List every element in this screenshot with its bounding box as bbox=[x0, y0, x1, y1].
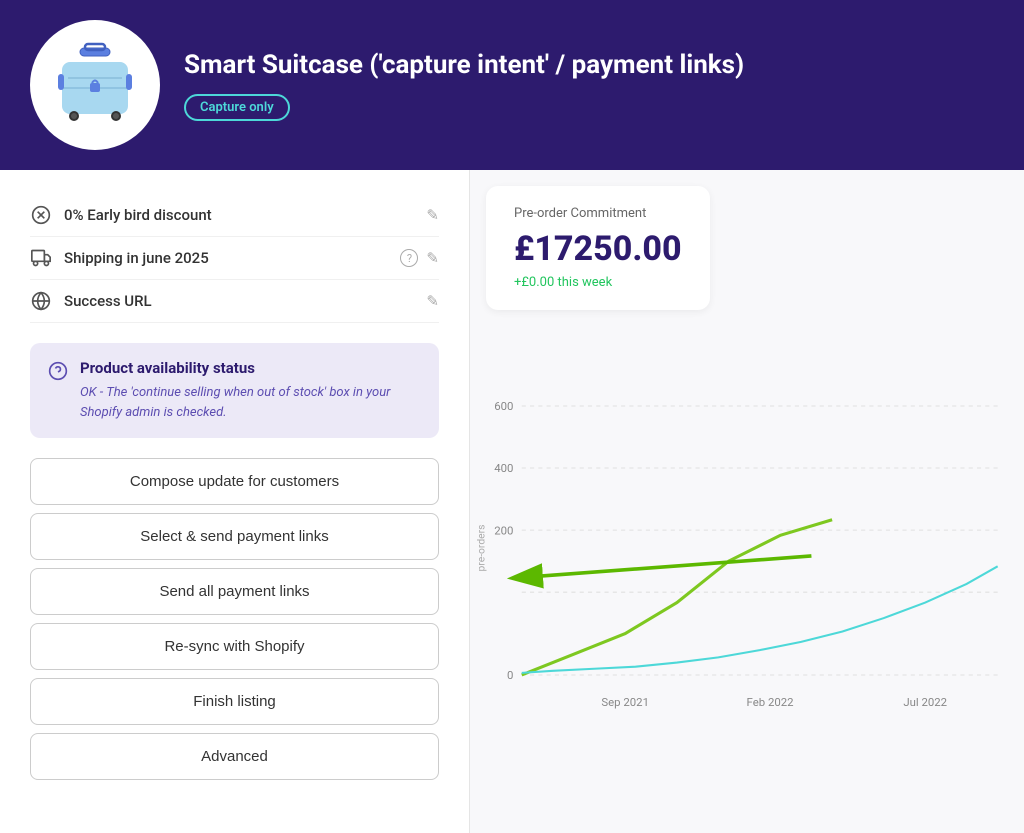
main-content: 0% Early bird discount ✎ Shipping in jun… bbox=[0, 170, 1024, 833]
url-label: Success URL bbox=[64, 292, 426, 310]
select-send-payment-button[interactable]: Select & send payment links bbox=[30, 513, 439, 560]
x-label-sep2021: Sep 2021 bbox=[601, 695, 649, 709]
stats-card: Pre-order Commitment £17250.00 +£0.00 th… bbox=[486, 186, 710, 310]
advanced-button[interactable]: Advanced bbox=[30, 733, 439, 780]
product-title: Smart Suitcase ('capture intent' / payme… bbox=[184, 49, 994, 83]
y-label-400: 400 bbox=[494, 461, 513, 475]
url-edit-icon[interactable]: ✎ bbox=[426, 292, 439, 310]
detail-row-discount: 0% Early bird discount ✎ bbox=[30, 194, 439, 237]
shipping-help-icon[interactable]: ? bbox=[400, 249, 418, 267]
suitcase-image bbox=[50, 40, 140, 130]
chart-svg: 600 400 200 0 pre-orders Sep 2021 Feb 20… bbox=[470, 320, 1008, 823]
left-panel: 0% Early bird discount ✎ Shipping in jun… bbox=[0, 170, 470, 833]
y-label-600: 600 bbox=[494, 399, 513, 413]
stats-value: £17250.00 bbox=[514, 229, 682, 269]
shipping-edit-icon[interactable]: ✎ bbox=[426, 249, 439, 267]
stats-label: Pre-order Commitment bbox=[514, 206, 682, 221]
stats-delta: +£0.00 this week bbox=[514, 275, 682, 290]
x-label-jul2022: Jul 2022 bbox=[903, 695, 947, 709]
shipping-icon bbox=[30, 247, 52, 269]
discount-actions: ✎ bbox=[426, 206, 439, 224]
detail-row-shipping: Shipping in june 2025 ? ✎ bbox=[30, 237, 439, 280]
discount-icon bbox=[30, 204, 52, 226]
status-box: Product availability status OK - The 'co… bbox=[30, 343, 439, 438]
product-avatar bbox=[30, 20, 160, 150]
header-info: Smart Suitcase ('capture intent' / payme… bbox=[184, 49, 994, 122]
chart-container: 600 400 200 0 pre-orders Sep 2021 Feb 20… bbox=[470, 320, 1008, 823]
discount-label: 0% Early bird discount bbox=[64, 206, 426, 224]
resync-shopify-button[interactable]: Re-sync with Shopify bbox=[30, 623, 439, 670]
capture-badge: Capture only bbox=[184, 94, 290, 121]
top-stats: Pre-order Commitment £17250.00 +£0.00 th… bbox=[470, 170, 1024, 310]
discount-edit-icon[interactable]: ✎ bbox=[426, 206, 439, 224]
action-buttons: Compose update for customers Select & se… bbox=[30, 458, 439, 780]
status-title: Product availability status bbox=[80, 359, 421, 377]
chart-area: 600 400 200 0 pre-orders Sep 2021 Feb 20… bbox=[470, 310, 1024, 833]
send-all-payment-button[interactable]: Send all payment links bbox=[30, 568, 439, 615]
status-content: Product availability status OK - The 'co… bbox=[80, 359, 421, 422]
y-label-0: 0 bbox=[507, 668, 513, 682]
status-help-icon bbox=[48, 361, 68, 422]
right-panel: Pre-order Commitment £17250.00 +£0.00 th… bbox=[470, 170, 1024, 833]
chart-line-green bbox=[522, 520, 832, 675]
chart-line-teal bbox=[522, 566, 998, 673]
arrow-annotation bbox=[532, 556, 811, 577]
y-axis-title: pre-orders bbox=[474, 525, 487, 572]
status-text: OK - The 'continue selling when out of s… bbox=[80, 383, 421, 422]
shipping-actions: ? ✎ bbox=[400, 249, 439, 267]
page-header: Smart Suitcase ('capture intent' / payme… bbox=[0, 0, 1024, 170]
y-label-200: 200 bbox=[494, 523, 513, 537]
finish-listing-button[interactable]: Finish listing bbox=[30, 678, 439, 725]
detail-row-url: Success URL ✎ bbox=[30, 280, 439, 323]
url-actions: ✎ bbox=[426, 292, 439, 310]
x-label-feb2022: Feb 2022 bbox=[747, 695, 794, 709]
url-icon bbox=[30, 290, 52, 312]
compose-update-button[interactable]: Compose update for customers bbox=[30, 458, 439, 505]
shipping-label: Shipping in june 2025 bbox=[64, 249, 400, 267]
